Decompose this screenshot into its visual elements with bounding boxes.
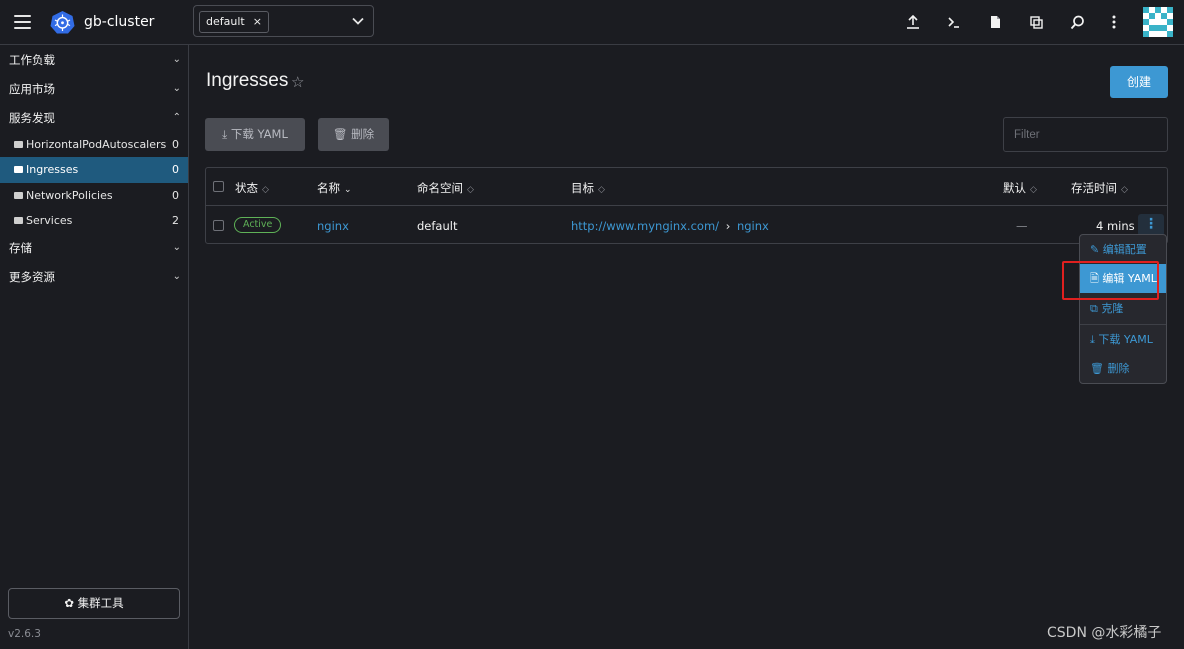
column-status[interactable]: 状态 ◇ — [235, 180, 269, 196]
remove-namespace-icon[interactable]: × — [253, 12, 262, 32]
column-name[interactable]: 名称 ⌄ — [317, 180, 352, 196]
sort-desc-icon: ⌄ — [344, 185, 352, 195]
sidebar-item-ingresses[interactable]: Ingresses 0 — [0, 157, 188, 183]
column-label: 名称 — [317, 181, 340, 195]
target-service-link[interactable]: nginx — [737, 219, 769, 233]
sidebar-group-workloads[interactable]: 工作负载 ⌄ — [0, 46, 189, 74]
sort-icon: ◇ — [262, 185, 269, 195]
download-yaml-button[interactable]: ⤓ 下载 YAML — [205, 118, 305, 151]
column-age[interactable]: 存活时间 ◇ — [1071, 180, 1128, 196]
upload-icon[interactable] — [904, 13, 922, 31]
top-bar: gb-cluster default × — [0, 0, 1184, 45]
row-action-menu: ✎ 编辑配置 🗎 编辑 YAML ⧉ 克隆 ⤓ 下载 YAML 🗑 删除 — [1079, 234, 1167, 384]
row-age: 4 mins — [1096, 219, 1135, 233]
chevron-down-icon: ⌄ — [172, 83, 181, 94]
folder-icon — [14, 217, 23, 224]
sidebar-item-count: 0 — [172, 138, 179, 151]
version-label: v2.6.3 — [8, 628, 41, 640]
search-icon[interactable] — [1068, 13, 1086, 31]
cluster-tools-button[interactable]: ✿ 集群工具 — [8, 588, 180, 619]
hamburger-icon[interactable] — [14, 15, 31, 29]
sidebar-item-count: 0 — [172, 189, 179, 202]
chevron-right-icon: › — [725, 219, 731, 233]
table-header: 状态 ◇ 名称 ⌄ 命名空间 ◇ 目标 ◇ 默认 ◇ 存活时间 ◇ — [206, 168, 1167, 206]
sidebar-group-storage[interactable]: 存储 ⌄ — [0, 234, 189, 262]
target-url-link[interactable]: http://www.mynginx.com/ — [571, 219, 719, 233]
sort-icon: ◇ — [1121, 185, 1128, 195]
sidebar-group-label: 服务发现 — [9, 111, 55, 125]
column-label: 目标 — [571, 181, 594, 195]
row-name-link[interactable]: nginx — [317, 219, 349, 233]
namespace-chip: default × — [199, 11, 269, 33]
kubernetes-logo[interactable] — [50, 10, 75, 35]
sidebar-item-label: HorizontalPodAutoscalers — [26, 138, 167, 151]
folder-icon — [14, 192, 23, 199]
row-checkbox[interactable] — [213, 220, 224, 231]
sidebar-item-networkpolicies[interactable]: NetworkPolicies 0 — [0, 183, 188, 209]
sidebar-group-apps[interactable]: 应用市场 ⌄ — [0, 75, 189, 103]
page-title: Ingresses — [206, 70, 289, 91]
select-all-checkbox[interactable] — [213, 181, 224, 192]
sidebar-group-label: 更多资源 — [9, 270, 55, 284]
sidebar-item-label: Ingresses — [26, 163, 79, 176]
filter-input[interactable] — [1003, 117, 1168, 152]
sidebar-item-count: 2 — [172, 214, 179, 227]
sidebar-group-label: 工作负载 — [9, 53, 55, 67]
copy-icon[interactable] — [1027, 13, 1045, 31]
sort-icon: ◇ — [598, 185, 605, 195]
highlight-box — [1062, 261, 1159, 300]
sidebar: 工作负载 ⌄ 应用市场 ⌄ 服务发现 ⌃ HorizontalPodAutosc… — [0, 45, 189, 649]
sidebar-group-label: 存储 — [9, 241, 32, 255]
sort-icon: ◇ — [1030, 185, 1037, 195]
column-target[interactable]: 目标 ◇ — [571, 180, 605, 196]
column-label: 命名空间 — [417, 181, 463, 195]
chevron-up-icon: ⌃ — [172, 112, 181, 123]
create-button[interactable]: 创建 — [1110, 66, 1168, 98]
sidebar-item-label: Services — [26, 214, 73, 227]
row-target: http://www.mynginx.com/ › nginx — [571, 219, 769, 233]
sidebar-item-label: NetworkPolicies — [26, 189, 113, 202]
row-default: — — [1016, 219, 1028, 233]
chevron-down-icon: ⌄ — [172, 54, 181, 65]
file-icon[interactable] — [986, 13, 1004, 31]
column-default[interactable]: 默认 ◇ — [1003, 180, 1037, 196]
column-label: 状态 — [235, 181, 258, 195]
sidebar-group-service-discovery[interactable]: 服务发现 ⌃ — [0, 104, 189, 132]
ingress-table: 状态 ◇ 名称 ⌄ 命名空间 ◇ 目标 ◇ 默认 ◇ 存活时间 ◇ Active nginx… — [205, 167, 1168, 244]
sidebar-item-hpa[interactable]: HorizontalPodAutoscalers 0 — [0, 132, 188, 158]
cluster-name: gb-cluster — [84, 14, 155, 30]
star-icon[interactable]: ☆ — [291, 73, 304, 91]
delete-button[interactable]: 🗑 删除 — [318, 118, 389, 151]
menu-item-download-yaml[interactable]: ⤓ 下载 YAML — [1080, 325, 1166, 354]
avatar[interactable] — [1143, 7, 1173, 37]
menu-item-delete[interactable]: 🗑 删除 — [1080, 354, 1166, 383]
chevron-down-icon[interactable] — [351, 14, 365, 28]
menu-item-edit-config[interactable]: ✎ 编辑配置 — [1080, 235, 1166, 264]
column-label: 存活时间 — [1071, 181, 1117, 195]
column-label: 默认 — [1003, 181, 1026, 195]
namespace-chip-label: default — [206, 15, 245, 28]
column-namespace[interactable]: 命名空间 ◇ — [417, 180, 474, 196]
sidebar-item-count: 0 — [172, 163, 179, 176]
status-badge: Active — [234, 217, 282, 233]
chevron-down-icon: ⌄ — [172, 242, 181, 253]
sidebar-group-more-resources[interactable]: 更多资源 ⌄ — [0, 263, 189, 291]
more-vertical-icon[interactable] — [1105, 13, 1123, 31]
sort-icon: ◇ — [467, 185, 474, 195]
chevron-down-icon: ⌄ — [172, 271, 181, 282]
namespace-selector[interactable]: default × — [193, 5, 374, 37]
folder-icon — [14, 141, 23, 148]
sidebar-group-label: 应用市场 — [9, 82, 55, 96]
row-namespace: default — [417, 219, 458, 233]
watermark: CSDN @水彩橘子 — [1047, 625, 1162, 641]
row-actions-button[interactable]: ⋮ — [1138, 214, 1164, 236]
folder-icon — [14, 166, 23, 173]
sidebar-item-services[interactable]: Services 2 — [0, 208, 188, 234]
terminal-icon[interactable] — [945, 13, 963, 31]
